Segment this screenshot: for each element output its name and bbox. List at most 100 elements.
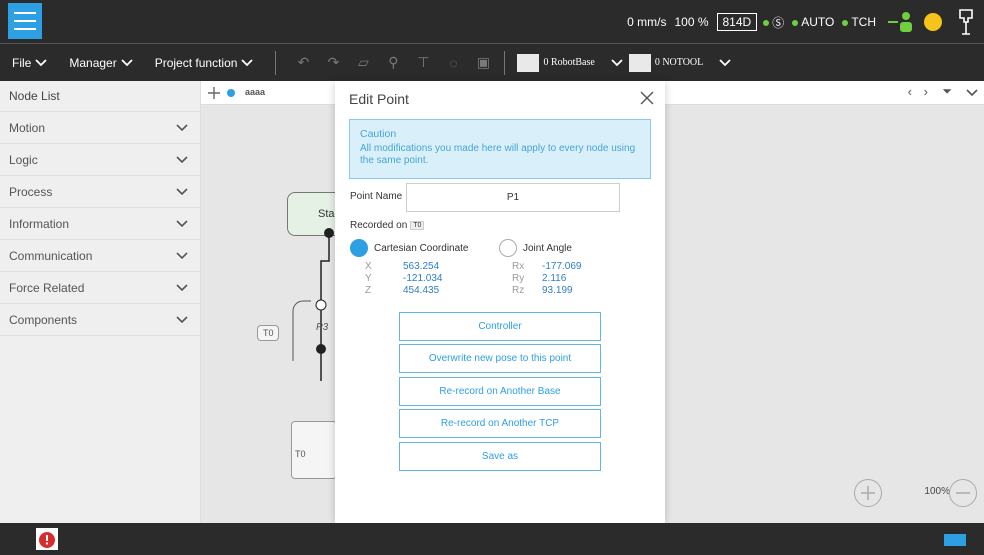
chevron-down-icon[interactable] bbox=[966, 89, 978, 97]
xyz-values: X 563.254 Y -121.034 Z 454.435 bbox=[365, 261, 442, 297]
zoom-level: 100% bbox=[924, 486, 950, 497]
rz-label: Rz bbox=[512, 285, 525, 296]
point-name-label: Point Name bbox=[350, 191, 403, 202]
menu-separator bbox=[275, 50, 277, 75]
file-menu[interactable]: File bbox=[12, 56, 47, 70]
controller-button[interactable]: Controller bbox=[399, 312, 601, 341]
sidebar-item-information[interactable]: Information bbox=[0, 208, 200, 240]
status-area: 0 mm/s 100 % 814D Ⓢ AUTO TCH bbox=[627, 0, 984, 44]
cartesian-radio[interactable]: Cartesian Coordinate bbox=[350, 239, 469, 257]
light-status-icon[interactable] bbox=[924, 13, 942, 31]
search-icon[interactable]: ⚲ bbox=[384, 54, 402, 72]
sidebar-item-label: Communication bbox=[9, 248, 93, 263]
auto-dot-icon bbox=[792, 19, 799, 26]
sidebar-item-communication[interactable]: Communication bbox=[0, 240, 200, 272]
t0-label-box: T0 bbox=[293, 449, 313, 465]
rz-value: 93.199 bbox=[542, 285, 573, 296]
menu-separator bbox=[504, 50, 506, 75]
safety-dot-icon bbox=[763, 20, 770, 27]
toolbar: ↶ ↷ ▱ ⚲ ⊤ ◌ ▣ bbox=[294, 54, 492, 72]
y-value: -121.034 bbox=[403, 273, 443, 284]
project-menu-label: Project function bbox=[154, 55, 238, 70]
tool-select-value: 0 NOTOOL bbox=[654, 57, 704, 68]
next-arrow-icon[interactable]: › bbox=[924, 84, 928, 99]
undo-icon[interactable]: ↶ bbox=[294, 54, 312, 72]
z-label: Z bbox=[365, 285, 372, 296]
user-icon[interactable] bbox=[888, 11, 914, 33]
rerecord-tcp-button[interactable]: Re-record on Another TCP bbox=[399, 409, 601, 438]
t0-label-box: T0 bbox=[257, 325, 279, 341]
chevron-down-icon bbox=[241, 58, 254, 66]
auto-indicator: AUTO bbox=[792, 15, 834, 29]
base-icon bbox=[517, 53, 540, 72]
sidebar-item-label: Process bbox=[9, 184, 53, 199]
sidebar-item-label: Information bbox=[9, 216, 70, 231]
close-icon[interactable] bbox=[639, 90, 655, 106]
keyboard-icon[interactable] bbox=[944, 534, 966, 546]
minus-icon bbox=[956, 492, 970, 494]
add-tab-icon[interactable] bbox=[207, 86, 221, 100]
node-list-title: Node List bbox=[0, 81, 200, 112]
rerecord-base-button[interactable]: Re-record on Another Base bbox=[399, 377, 601, 406]
tool-select[interactable]: 0 NOTOOL bbox=[628, 52, 731, 74]
chevron-down-icon bbox=[176, 315, 188, 323]
radio-unchecked-icon bbox=[499, 239, 517, 257]
recorded-on-text: Recorded on bbox=[350, 220, 408, 231]
t0-label: T0 bbox=[263, 328, 274, 338]
auto-label: AUTO bbox=[801, 15, 835, 29]
recorded-on-label: Recorded on T0 bbox=[350, 220, 425, 231]
chevron-down-icon bbox=[176, 187, 188, 195]
sidebar-item-label: Motion bbox=[9, 120, 46, 135]
comment-icon[interactable]: ◌ bbox=[444, 54, 462, 72]
file-menu-label: File bbox=[12, 55, 32, 70]
rotation-values: Rx -177.069 Ry 2.116 Rz 93.199 bbox=[512, 261, 581, 297]
ry-label: Ry bbox=[512, 273, 525, 284]
error-alert-icon[interactable] bbox=[35, 527, 59, 551]
tab-aaaa[interactable]: aaaa bbox=[245, 87, 265, 97]
zoom-out-button[interactable] bbox=[949, 479, 977, 507]
chevron-down-icon bbox=[176, 251, 188, 259]
menu-bar: File Manager Project function ↶ ↷ ▱ ⚲ ⊤ … bbox=[0, 44, 984, 81]
hamburger-menu-icon[interactable] bbox=[8, 3, 42, 39]
sidebar-item-label: Force Related bbox=[9, 280, 85, 295]
z-value: 454.435 bbox=[403, 285, 440, 296]
base-select[interactable]: 0 RobotBase bbox=[517, 52, 623, 74]
overwrite-pose-button[interactable]: Overwrite new pose to this point bbox=[399, 344, 601, 373]
manager-menu-label: Manager bbox=[69, 55, 117, 70]
radio-checked-icon bbox=[350, 239, 368, 257]
sidebar-item-label: Logic bbox=[9, 152, 38, 167]
sidebar-item-motion[interactable]: Motion bbox=[0, 112, 200, 144]
move-point-icon[interactable]: ⊤ bbox=[414, 54, 432, 72]
save-as-button[interactable]: Save as bbox=[399, 442, 601, 471]
sidebar-item-components[interactable]: Components bbox=[0, 304, 200, 336]
sidebar-item-logic[interactable]: Logic bbox=[0, 144, 200, 176]
variables-icon[interactable]: ▣ bbox=[474, 54, 492, 72]
sidebar-item-force-related[interactable]: Force Related bbox=[0, 272, 200, 304]
robot-connect-icon[interactable] bbox=[956, 8, 976, 36]
y-label: Y bbox=[365, 273, 372, 284]
tcp-dot-icon bbox=[842, 19, 849, 26]
sidebar-item-label: Components bbox=[9, 312, 78, 327]
tool-icon bbox=[628, 53, 651, 72]
caution-text: All modifications you made here will app… bbox=[360, 143, 636, 166]
x-value: 563.254 bbox=[403, 261, 440, 272]
recorded-on-chip: T0 bbox=[410, 220, 425, 230]
manager-menu[interactable]: Manager bbox=[69, 55, 133, 70]
redo-icon[interactable]: ↷ bbox=[324, 54, 342, 72]
t0-label: T0 bbox=[295, 449, 306, 459]
joint-angle-radio[interactable]: Joint Angle bbox=[499, 239, 572, 257]
chevron-down-icon bbox=[176, 155, 188, 163]
node-list-sidebar: Node List Motion Logic Process Informati… bbox=[0, 81, 201, 523]
tab-dot-icon bbox=[227, 89, 235, 97]
tcp-indicator: TCH bbox=[842, 15, 876, 29]
prev-arrow-icon[interactable]: ‹ bbox=[908, 84, 912, 99]
cartesian-label: Cartesian Coordinate bbox=[374, 242, 469, 254]
sidebar-item-process[interactable]: Process bbox=[0, 176, 200, 208]
filter-icon[interactable]: ⏷ bbox=[942, 84, 952, 99]
project-function-menu[interactable]: Project function bbox=[155, 56, 254, 70]
joint-angle-label: Joint Angle bbox=[523, 242, 572, 254]
eraser-icon[interactable]: ▱ bbox=[354, 54, 372, 72]
point-name-input[interactable]: P1 bbox=[406, 183, 620, 212]
dialog-title: Edit Point bbox=[349, 91, 409, 107]
zoom-in-button[interactable] bbox=[854, 479, 882, 507]
